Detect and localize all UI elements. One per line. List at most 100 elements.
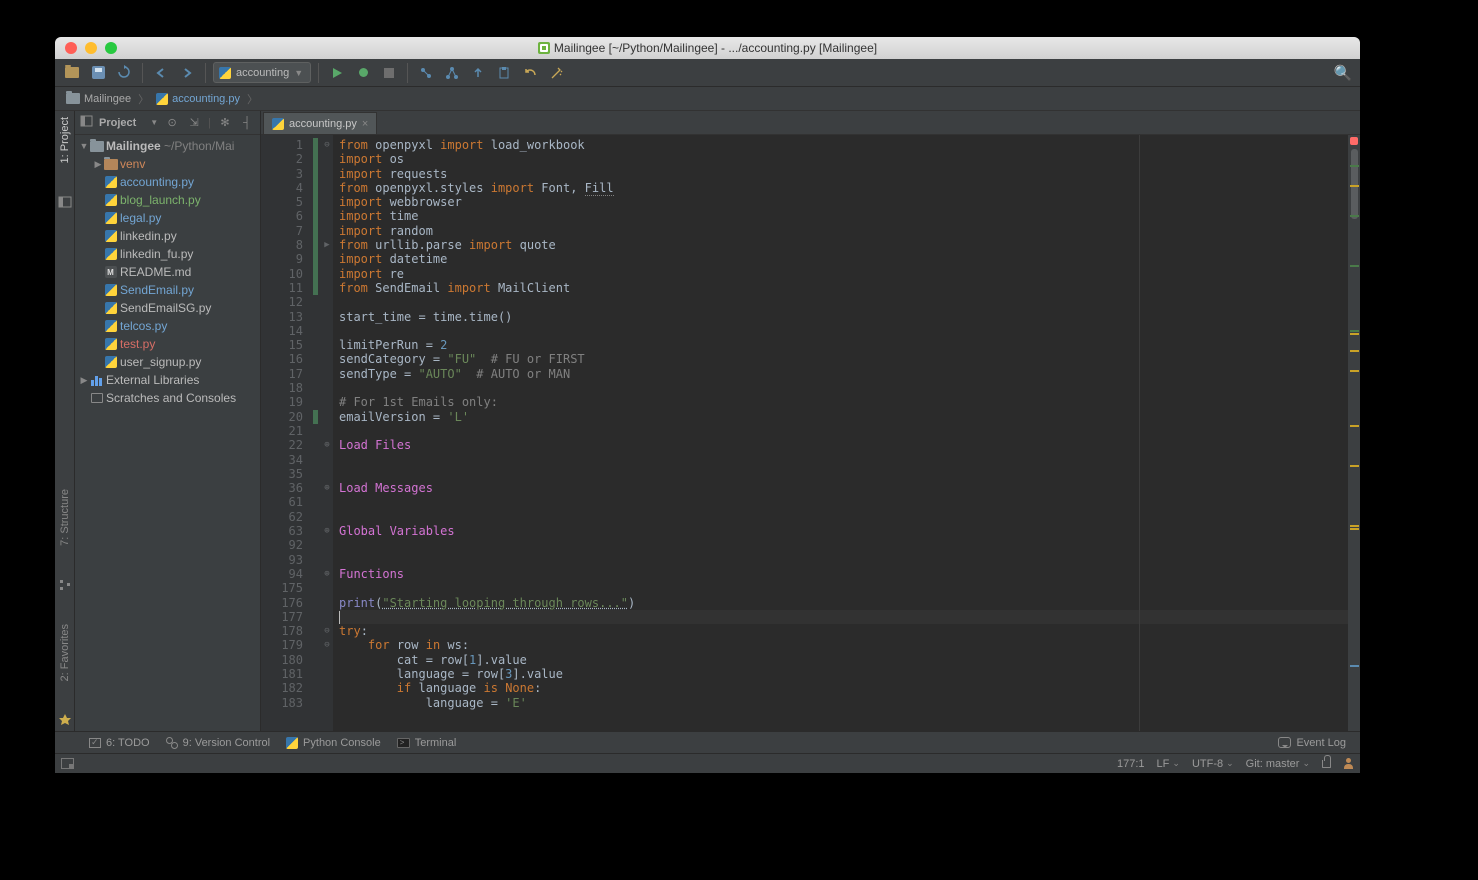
python-file-icon <box>105 194 117 206</box>
editor-tab-accounting[interactable]: accounting.py × <box>263 112 377 134</box>
tree-root[interactable]: ▼ Mailingee ~/Python/Mai <box>75 137 260 155</box>
paste-icon <box>497 66 511 80</box>
tree-item-label: SendEmail.py <box>118 283 194 297</box>
caret-position[interactable]: 177:1 <box>1117 758 1145 770</box>
error-indicator-icon[interactable] <box>1350 137 1358 145</box>
reload-icon <box>117 65 132 80</box>
tree-item-label: user_signup.py <box>118 355 201 369</box>
tree-file-sendemailsg[interactable]: ▶SendEmailSG.py <box>75 299 260 317</box>
stop-button[interactable] <box>378 62 400 84</box>
tab-project[interactable]: 1: Project <box>59 113 71 167</box>
window-title-text: Mailingee [~/Python/Mailingee] - .../acc… <box>554 41 877 55</box>
tree-item-label: legal.py <box>118 211 161 225</box>
status-bar: 177:1 LF⌄ UTF-8⌄ Git: master⌄ <box>55 753 1360 773</box>
tree-file-readme[interactable]: ▶MREADME.md <box>75 263 260 281</box>
editor-scrollbar[interactable] <box>1351 149 1358 219</box>
error-stripe[interactable] <box>1348 135 1360 731</box>
panels-icon <box>61 758 74 769</box>
tab-event-log[interactable]: Event Log <box>1270 737 1354 749</box>
tool-windows-toggle[interactable] <box>61 758 74 769</box>
nav-tool-2[interactable] <box>441 62 463 84</box>
wand-icon <box>549 67 564 79</box>
tree-external-libraries[interactable]: ▶ External Libraries <box>75 371 260 389</box>
read-only-toggle[interactable] <box>1322 760 1331 768</box>
tab-label: Python Console <box>303 737 381 749</box>
project-panel-header: Project ▼ ⊙ ⇲ | ✻ ┤ <box>75 111 260 135</box>
editor-tab-bar: accounting.py × <box>261 111 1360 135</box>
hide-panel-icon[interactable] <box>58 195 72 209</box>
python-file-icon <box>105 284 117 296</box>
run-button[interactable] <box>326 62 348 84</box>
search-everywhere-button[interactable]: 🔍 <box>1332 62 1354 84</box>
forward-button[interactable] <box>176 62 198 84</box>
project-tree: ▼ Mailingee ~/Python/Mai ▶ venv ▶account… <box>75 135 260 731</box>
tree-file-sendemail[interactable]: ▶SendEmail.py <box>75 281 260 299</box>
tree-file-linkedin-fu[interactable]: ▶linkedin_fu.py <box>75 245 260 263</box>
right-margin-line <box>1139 135 1140 731</box>
python-file-icon <box>105 338 117 350</box>
tree-scratches[interactable]: ▶ Scratches and Consoles <box>75 389 260 407</box>
open-button[interactable] <box>61 62 83 84</box>
tree-item-label: test.py <box>118 337 155 351</box>
tree-venv[interactable]: ▶ venv <box>75 155 260 173</box>
settings-button[interactable]: ✻ <box>217 115 233 131</box>
chevron-down-icon[interactable]: ▼ <box>150 118 158 127</box>
structure-icon <box>58 578 72 592</box>
encoding-selector[interactable]: UTF-8⌄ <box>1192 758 1234 770</box>
python-file-icon <box>156 93 168 105</box>
tab-label: 6: TODO <box>106 737 150 749</box>
breadcrumb-file[interactable]: accounting.py <box>149 93 247 105</box>
tree-file-telcos[interactable]: ▶telcos.py <box>75 317 260 335</box>
tab-python-console[interactable]: Python Console <box>278 737 389 749</box>
tab-favorites[interactable]: 2: Favorites <box>59 620 71 685</box>
text-caret <box>339 611 340 624</box>
git-branch-selector[interactable]: Git: master⌄ <box>1246 758 1310 770</box>
inspection-profile[interactable] <box>1343 758 1354 769</box>
tab-version-control[interactable]: 9: Version Control <box>158 737 278 749</box>
tree-file-test[interactable]: ▶test.py <box>75 335 260 353</box>
panel-icon <box>80 115 93 130</box>
hide-button[interactable]: ┤ <box>239 115 255 131</box>
tree-file-linkedin[interactable]: ▶linkedin.py <box>75 227 260 245</box>
tree-item-label: telcos.py <box>118 319 167 333</box>
back-button[interactable] <box>150 62 172 84</box>
python-file-icon <box>105 302 117 314</box>
run-configuration-selector[interactable]: accounting ▼ <box>213 62 311 83</box>
line-ending-selector[interactable]: LF⌄ <box>1157 758 1180 770</box>
expand-button[interactable]: ⇲ <box>186 115 202 131</box>
breadcrumb-separator: 〉 <box>247 91 258 107</box>
nav-tool-3[interactable] <box>467 62 489 84</box>
tree-item-label: linkedin.py <box>118 229 177 243</box>
python-file-icon <box>272 118 284 130</box>
tab-label: 9: Version Control <box>183 737 270 749</box>
code-content[interactable]: from openpyxl import load_workbook impor… <box>333 135 1348 731</box>
breadcrumb-root[interactable]: Mailingee <box>59 93 138 105</box>
save-all-button[interactable] <box>87 62 109 84</box>
tab-structure[interactable]: 7: Structure <box>59 485 71 550</box>
close-tab-icon[interactable]: × <box>362 118 368 130</box>
reload-button[interactable] <box>113 62 135 84</box>
editor-area: accounting.py × 123456789101112131415161… <box>261 111 1360 731</box>
tree-file-blog-launch[interactable]: ▶blog_launch.py <box>75 191 260 209</box>
tree-file-legal[interactable]: ▶legal.py <box>75 209 260 227</box>
python-file-icon <box>105 230 117 242</box>
collapse-all-button[interactable]: ⊙ <box>164 115 180 131</box>
undo-button[interactable] <box>519 62 541 84</box>
branch-icon <box>445 66 459 80</box>
tree-file-accounting[interactable]: ▶accounting.py <box>75 173 260 191</box>
code-editor[interactable]: 1234567891011121314151617181920212234353… <box>261 135 1360 731</box>
titlebar: Mailingee [~/Python/Mailingee] - .../acc… <box>55 37 1360 59</box>
tree-root-name: Mailingee <box>106 139 161 153</box>
tab-todo[interactable]: 6: TODO <box>81 737 158 749</box>
tree-item-label: venv <box>118 157 145 171</box>
scratch-icon <box>91 393 103 403</box>
arrow-left-icon <box>154 67 168 79</box>
navigation-bar: Mailingee 〉 accounting.py 〉 <box>55 87 1360 111</box>
nav-tool-1[interactable] <box>415 62 437 84</box>
tab-terminal[interactable]: >Terminal <box>389 737 465 749</box>
todo-icon <box>89 738 101 748</box>
redo-button[interactable] <box>545 62 567 84</box>
tree-file-user-signup[interactable]: ▶user_signup.py <box>75 353 260 371</box>
nav-tool-4[interactable] <box>493 62 515 84</box>
debug-button[interactable] <box>352 62 374 84</box>
